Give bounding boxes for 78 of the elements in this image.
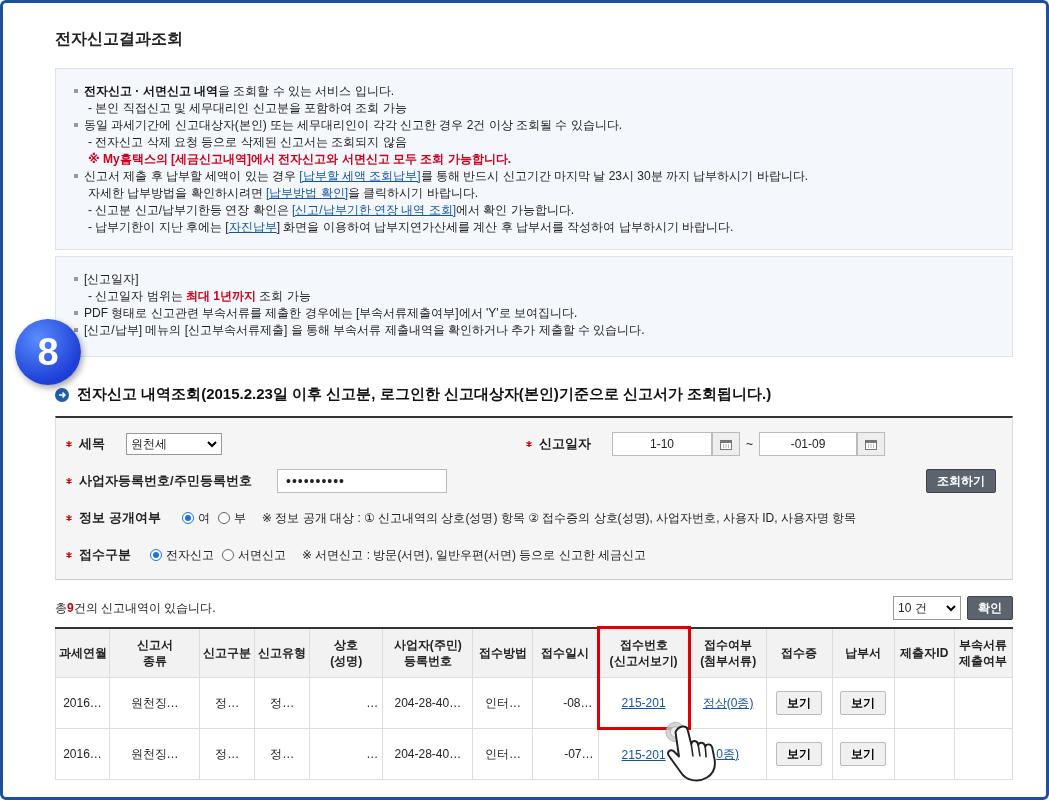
table-cell-text: 정… bbox=[215, 695, 240, 710]
field-label: 정보 공개여부 bbox=[79, 509, 161, 527]
column-header: 제출자ID bbox=[894, 627, 955, 678]
view-button[interactable]: 보기 bbox=[840, 691, 887, 715]
search-button[interactable]: 조회하기 bbox=[926, 469, 996, 493]
table-cell-text: 정… bbox=[215, 746, 240, 761]
table-cell-text: 정… bbox=[270, 746, 295, 761]
radio-option[interactable]: 전자신고 bbox=[150, 546, 214, 564]
link[interactable]: [납부할 세액 조회납부] bbox=[299, 169, 421, 183]
notice-text: - 본인 직접신고 및 세무대리인 신고분을 포함하여 조회 가능 bbox=[88, 100, 407, 116]
notice-text: - 신고일자 범위는 최대 1년까지 조회 가능 bbox=[88, 288, 311, 304]
radio-option[interactable]: 부 bbox=[218, 509, 246, 527]
radio-option[interactable]: 여 bbox=[182, 509, 210, 527]
notice-text: - 납부기한이 지난 후에는 [자진납부] 화면을 이용하여 납부지연가산세를 계산 후 납부서를 작성하여 납부하시기 바랍니다. bbox=[88, 219, 734, 235]
view-button[interactable]: 보기 bbox=[776, 742, 823, 766]
column-header: 납부서 bbox=[832, 627, 895, 678]
table-cell-text: … bbox=[366, 696, 379, 710]
notice-text: ※ My홈택스의 [세금신고내역]에서 전자신고와 서면신고 모두 조회 가능합니다. bbox=[88, 151, 511, 167]
table-cell-text: 인터… bbox=[484, 695, 521, 710]
field-label: 신고일자 bbox=[539, 435, 591, 453]
note-text: ※ 서면신고 : 방문(서면), 일반우편(서면) 등으로 신고한 세금신고 bbox=[302, 546, 647, 564]
field-label: 사업자등록번호/주민등록번호 bbox=[79, 472, 252, 490]
column-header: 접수일시 bbox=[532, 627, 598, 678]
notice-text: PDF 형태로 신고관련 부속서류를 제출한 경우에는 [부속서류제출여부]에서 'Y'로 보여집니다. bbox=[84, 305, 578, 321]
table-cell-text: 원천징… bbox=[130, 695, 179, 710]
notice-text: [신고일자] bbox=[84, 271, 139, 287]
table-cell-text: 정… bbox=[270, 695, 295, 710]
field-label: 접수구분 bbox=[79, 546, 131, 564]
section-heading: 전자신고 내역조회(2015.2.23일 이후 신고분, 로그인한 신고대상자(본인)기준으로 신고서가 조회됩니다.) bbox=[77, 385, 772, 404]
note-text: ※ 정보 공개 대상 : ① 신고내역의 상호(성명) 항목 ② 접수증의 상호(성명), 사업자번호, 사용자 ID, 사용자명 항목 bbox=[262, 509, 857, 527]
page-title: 전자신고결과조회 bbox=[55, 29, 184, 49]
table-cell-text: 인터… bbox=[484, 746, 521, 761]
table-link[interactable]: 0종) bbox=[716, 746, 739, 761]
table-cell-text: 204-28-40… bbox=[394, 747, 462, 761]
column-header: 신고서 종류 bbox=[109, 627, 200, 678]
column-header: 접수여부 (첨부서류) bbox=[689, 627, 767, 678]
column-header: 사업자(주민) 등록번호 bbox=[382, 627, 473, 678]
column-header: 신고구분 bbox=[199, 627, 255, 678]
table-cell-text: 원천징… bbox=[130, 746, 179, 761]
confirm-button[interactable]: 확인 bbox=[967, 596, 1013, 620]
column-header: 과세연월 bbox=[55, 627, 110, 678]
table-cell-text: … bbox=[366, 747, 379, 761]
notice-text: 동일 과세기간에 신고대상자(본인) 또는 세무대리인이 각각 신고한 경우 2건 이상 조회될 수 있습니다. bbox=[84, 117, 622, 133]
table-link[interactable]: 정상(0종) bbox=[702, 695, 754, 710]
view-button[interactable]: 보기 bbox=[840, 742, 887, 766]
view-button[interactable]: 보기 bbox=[776, 691, 823, 715]
date-field[interactable]: 1-10 bbox=[612, 432, 712, 456]
column-header: 상호 (성명) bbox=[309, 627, 383, 678]
radio-option[interactable]: 서면신고 bbox=[222, 546, 286, 564]
notice-text: - 신고분 신고/납부기한등 연장 확인은 [신고/납부기한 연장 내역 조회]에서 확인 가능합니다. bbox=[88, 202, 575, 218]
column-header: 부속서류 제출여부 bbox=[954, 627, 1013, 678]
table-link[interactable]: 215-201 bbox=[621, 747, 666, 762]
table-cell-text: 204-28-40… bbox=[394, 696, 462, 710]
date-field[interactable]: -01-09 bbox=[759, 432, 857, 456]
range-separator: ~ bbox=[746, 437, 753, 451]
link[interactable]: [신고/납부기한 연장 내역 조회] bbox=[292, 203, 456, 217]
column-header: 신고유형 bbox=[254, 627, 310, 678]
table-cell-text: -07… bbox=[564, 747, 594, 761]
page-size-select[interactable]: 10 건 bbox=[893, 596, 961, 620]
notice-text: 전자신고 · 서면신고 내역을 조회할 수 있는 서비스 입니다. bbox=[84, 83, 394, 99]
link[interactable]: [납부방법 확인] bbox=[266, 186, 349, 200]
table-link[interactable]: 215-201 bbox=[621, 695, 666, 710]
table-cell-text: -08… bbox=[563, 696, 593, 710]
result-count-text: 총9건의 신고내역이 있습니다. bbox=[55, 599, 216, 617]
notice-text: - 전자신고 삭제 요청 등으로 삭제된 신고서는 조회되지 않음 bbox=[88, 134, 407, 150]
column-header: 접수방법 bbox=[472, 627, 533, 678]
step-badge: 8 bbox=[15, 319, 81, 385]
link[interactable]: 자진납부 bbox=[228, 220, 277, 234]
notice-text: [신고/납부] 메뉴의 [신고부속서류제출] 을 통해 부속서류 제출내역을 확인하거나 추가 제출할 수 있습니다. bbox=[84, 322, 645, 338]
table-cell-text: 2016… bbox=[63, 747, 102, 761]
field-label: 세목 bbox=[79, 435, 105, 453]
password-field[interactable]: •••••••••• bbox=[277, 469, 447, 493]
notice-text: 신고서 제출 후 납부할 세액이 있는 경우 [납부할 세액 조회납부]를 통해 반드시 신고기간 마지막 날 23시 30분 까지 납부하시기 바랍니다. bbox=[84, 168, 809, 184]
table-cell-text: 2016… bbox=[63, 696, 102, 710]
column-header: 접수번호 (신고서보기) bbox=[598, 627, 690, 678]
column-header: 접수증 bbox=[766, 627, 833, 678]
notice-text: 자세한 납부방법을 확인하시려면 [납부방법 확인]을 클릭하시기 바랍니다. bbox=[88, 185, 479, 201]
tax-item-select[interactable]: 원천세 bbox=[126, 433, 222, 455]
